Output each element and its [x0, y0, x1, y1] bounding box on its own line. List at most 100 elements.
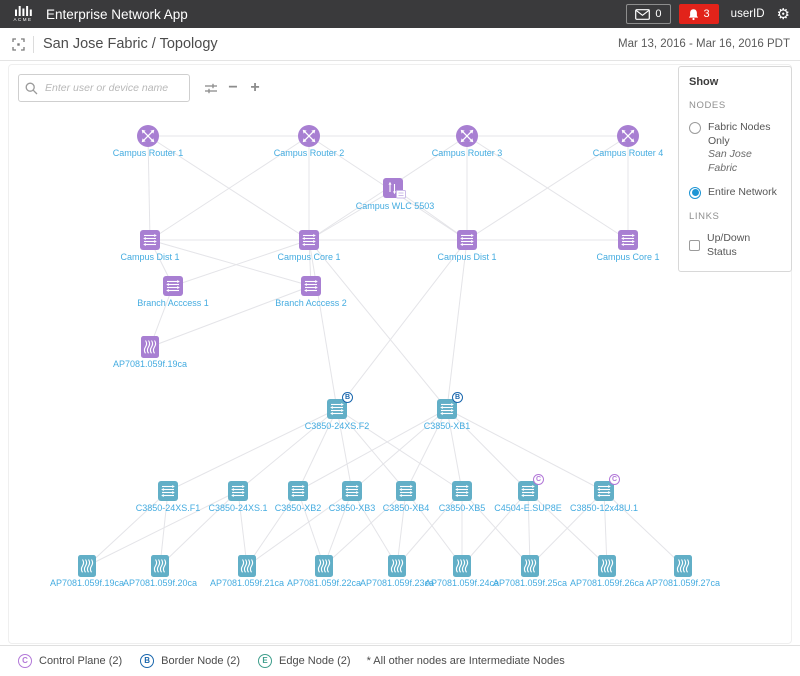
node-label: C4504-E.SUP8E	[494, 503, 562, 513]
radio-fabric-nodes-only[interactable]: Fabric Nodes Only San Jose Fabric	[689, 121, 781, 176]
switch-icon	[301, 276, 321, 296]
switch-icon	[457, 230, 477, 250]
switch-icon	[342, 481, 362, 501]
fit-view-icon[interactable]	[12, 38, 25, 51]
access-point-icon	[151, 555, 169, 577]
alerts-count: 3	[704, 8, 710, 20]
switch-icon	[299, 230, 319, 250]
date-range: Mar 13, 2016 - Mar 16, 2016 PDT	[618, 38, 790, 50]
node-label: AP7081.059f.19ca	[113, 359, 187, 369]
node-label: Campus Dist 1	[437, 252, 496, 262]
router-icon	[617, 125, 640, 148]
node-label: AP7081.059f.26ca	[570, 578, 644, 588]
node-label: AP7081.059f.25ca	[493, 578, 567, 588]
show-panel: Show NODES Fabric Nodes Only San Jose Fa…	[678, 66, 792, 272]
node-label: C3850-24XS.1	[208, 503, 267, 513]
node-label: C3850-XB2	[275, 503, 322, 513]
alerts-button[interactable]: 3	[679, 4, 719, 24]
node-label: Campus Core 1	[596, 252, 659, 262]
divider	[33, 36, 34, 53]
radio-icon	[689, 187, 701, 199]
node-label: C3850-XB1	[424, 421, 471, 431]
node-label: Campus Router 2	[274, 148, 345, 158]
node-label: AP7081.059f.24ca	[425, 578, 499, 588]
show-panel-title: Show	[689, 76, 781, 88]
legend-note: * All other nodes are Intermediate Nodes	[367, 655, 565, 667]
messages-button[interactable]: 0	[626, 4, 670, 24]
access-point-icon	[141, 336, 159, 358]
switch-icon	[163, 276, 183, 296]
access-point-icon	[598, 555, 616, 577]
search-icon	[25, 82, 38, 95]
router-icon	[137, 125, 160, 148]
legend-item-edge-node: E Edge Node (2)	[258, 654, 351, 668]
badge-b-icon: B	[342, 392, 353, 403]
node-label: C3850-24XS.F2	[305, 421, 370, 431]
acme-bars-icon	[15, 6, 32, 16]
node-label: C3850-XB5	[439, 503, 486, 513]
node-label: Campus WLC 5503	[356, 201, 435, 211]
radio-label: Fabric Nodes Only	[708, 121, 770, 147]
node-label: AP7081.059f.23ca	[360, 578, 434, 588]
switch-icon	[228, 481, 248, 501]
switch-icon	[140, 230, 160, 250]
node-label: Campus Router 1	[113, 148, 184, 158]
radio-label: Entire Network	[708, 186, 777, 200]
node-label: Campus Router 4	[593, 148, 664, 158]
gear-icon[interactable]: ⚙	[777, 7, 790, 22]
legend-bar: C Control Plane (2) B Border Node (2) E …	[0, 645, 800, 676]
node-label: AP7081.059f.22ca	[287, 578, 361, 588]
brand-name: ACME	[13, 17, 32, 22]
access-point-icon	[78, 555, 96, 577]
messages-count: 0	[655, 8, 661, 20]
sub-header: San Jose Fabric / Topology Mar 13, 2016 …	[0, 28, 800, 61]
wlc-icon	[383, 178, 407, 200]
zoom-out-button[interactable]: −	[222, 77, 244, 99]
search-box	[18, 74, 190, 102]
filter-button[interactable]	[200, 77, 222, 99]
access-point-icon	[238, 555, 256, 577]
node-label: C3850-XB3	[329, 503, 376, 513]
bell-icon	[688, 8, 699, 21]
top-header: ACME Enterprise Network App 0 3 userID ⚙	[0, 0, 800, 28]
switch-icon	[452, 481, 472, 501]
radio-entire-network[interactable]: Entire Network	[689, 186, 781, 200]
access-point-icon	[388, 555, 406, 577]
checkbox-up-down-status[interactable]: Up/Down Status	[689, 232, 781, 259]
control-plane-badge-icon: C	[18, 654, 32, 668]
node-label: Campus Core 1	[277, 252, 340, 262]
access-point-icon	[521, 555, 539, 577]
breadcrumb: San Jose Fabric / Topology	[43, 36, 218, 52]
node-label: Branch Acccess 1	[137, 298, 209, 308]
access-point-icon	[315, 555, 333, 577]
switch-icon	[396, 481, 416, 501]
node-label: C3850-12x48U.1	[570, 503, 638, 513]
user-menu[interactable]: userID	[731, 8, 765, 20]
node-label: Campus Dist 1	[120, 252, 179, 262]
router-icon	[456, 125, 479, 148]
switch-icon	[288, 481, 308, 501]
border-node-badge-icon: B	[140, 654, 154, 668]
acme-logo: ACME	[10, 6, 36, 22]
radio-icon	[689, 122, 701, 134]
badge-c-icon: C	[609, 474, 620, 485]
switch-icon	[618, 230, 638, 250]
header-actions: 0 3 userID ⚙	[626, 4, 790, 24]
badge-c-icon: C	[533, 474, 544, 485]
enterprise-network-app: { "header": { "brand": "ACME", "app_titl…	[0, 0, 800, 675]
router-icon	[298, 125, 321, 148]
node-label: AP7081.059f.19ca	[50, 578, 124, 588]
search-input[interactable]	[43, 81, 183, 95]
node-label: C3850-XB4	[383, 503, 430, 513]
node-label: AP7081.059f.21ca	[210, 578, 284, 588]
nodes-section-label: NODES	[689, 100, 781, 111]
links-section-label: LINKS	[689, 211, 781, 222]
legend-item-control-plane: C Control Plane (2)	[18, 654, 122, 668]
legend-item-border-node: B Border Node (2)	[140, 654, 240, 668]
envelope-icon	[635, 9, 650, 20]
node-label: Branch Acccess 2	[275, 298, 347, 308]
zoom-in-button[interactable]: +	[244, 77, 266, 99]
checkbox-label: Up/Down Status	[707, 232, 781, 259]
node-label: C3850-24XS.F1	[136, 503, 201, 513]
edge-node-badge-icon: E	[258, 654, 272, 668]
